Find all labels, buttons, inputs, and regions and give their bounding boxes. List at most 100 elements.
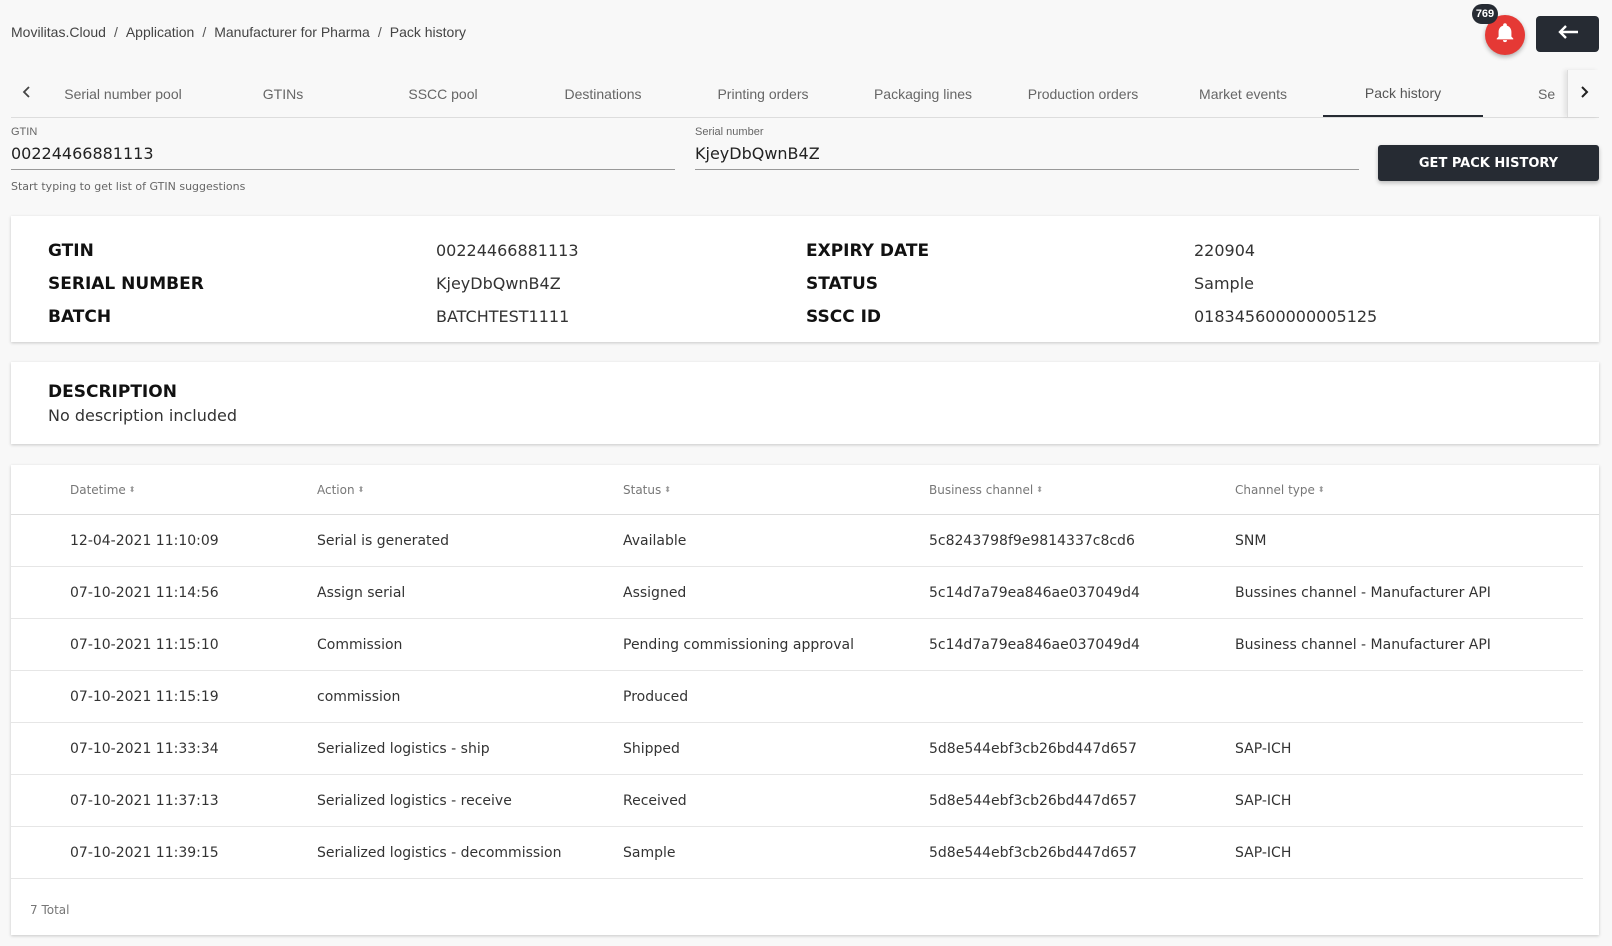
cell-channel-type: Bussines channel - Manufacturer API [1235, 584, 1491, 601]
tab-scroll-left-button[interactable] [11, 70, 43, 117]
breadcrumb-item[interactable]: Manufacturer for Pharma [214, 24, 370, 40]
table-row: 07-10-2021 11:15:19 commission Produced [11, 671, 1583, 723]
table-row: 07-10-2021 11:15:10 Commission Pending c… [11, 619, 1583, 671]
batch-key: BATCH [48, 306, 112, 327]
cell-datetime: 07-10-2021 11:37:13 [70, 792, 219, 809]
breadcrumb-separator: / [113, 24, 118, 40]
batch-value: BATCHTEST1111 [436, 307, 570, 326]
column-header-business-channel[interactable]: Business channel ⬍ [929, 483, 1235, 497]
description-card: DESCRIPTION No description included [11, 362, 1599, 444]
cell-action: Serialized logistics - ship [317, 740, 490, 757]
cell-datetime: 07-10-2021 11:33:34 [70, 740, 219, 757]
cell-business-channel: 5c14d7a79ea846ae037049d4 [929, 636, 1140, 653]
notification-count-badge: 769 [1472, 4, 1498, 24]
cell-datetime: 07-10-2021 11:39:15 [70, 844, 219, 861]
back-button[interactable] [1536, 16, 1599, 52]
table-body: 12-04-2021 11:10:09 Serial is generated … [11, 515, 1599, 879]
tab-serial-number-pool[interactable]: Serial number pool [43, 70, 203, 117]
description-text: No description included [48, 406, 238, 425]
tab-bar: Serial number pool GTINs SSCC pool Desti… [11, 70, 1599, 118]
sort-icon: ⬍ [357, 484, 365, 494]
cell-status: Sample [623, 844, 676, 861]
gtin-field: GTIN 00224466881113 [11, 126, 675, 170]
gtin-input[interactable]: 00224466881113 [11, 142, 675, 170]
pack-history-table: Datetime ⬍ Action ⬍ Status ⬍ Business chann… [11, 465, 1599, 935]
cell-business-channel: 5d8e544ebf3cb26bd447d657 [929, 844, 1137, 861]
cell-status: Pending commissioning approval [623, 636, 854, 653]
cell-action: Commission [317, 636, 403, 653]
tab-packaging-lines[interactable]: Packaging lines [843, 70, 1003, 117]
tab-sscc-pool[interactable]: SSCC pool [363, 70, 523, 117]
tab-printing-orders[interactable]: Printing orders [683, 70, 843, 117]
column-header-channel-type[interactable]: Channel type ⬍ [1235, 483, 1575, 497]
breadcrumb-item[interactable]: Application [126, 24, 195, 40]
gtin-value: 00224466881113 [436, 241, 579, 260]
table-total-count: 7 Total [30, 903, 70, 917]
table-header: Datetime ⬍ Action ⬍ Status ⬍ Business chann… [11, 465, 1599, 515]
bell-icon [1494, 22, 1516, 48]
expiry-date-key: EXPIRY DATE [806, 240, 930, 261]
column-header-action[interactable]: Action ⬍ [317, 483, 623, 497]
cell-channel-type: SAP-ICH [1235, 844, 1292, 861]
tab-gtins[interactable]: GTINs [203, 70, 363, 117]
serial-number-field-label: Serial number [695, 126, 764, 138]
tab-production-orders[interactable]: Production orders [1003, 70, 1163, 117]
table-row: 07-10-2021 11:39:15 Serialized logistics… [11, 827, 1583, 879]
tab-destinations[interactable]: Destinations [523, 70, 683, 117]
sort-icon: ⬍ [1317, 484, 1325, 494]
status-value: Sample [1194, 274, 1254, 293]
tab-scroll-right-button[interactable] [1567, 70, 1599, 117]
column-header-datetime[interactable]: Datetime ⬍ [11, 483, 317, 497]
arrow-left-icon [1557, 24, 1579, 44]
column-header-status[interactable]: Status ⬍ [623, 483, 929, 497]
status-key: STATUS [806, 273, 879, 294]
breadcrumb: Movilitas.Cloud / Application / Manufact… [11, 24, 466, 40]
top-bar: Movilitas.Cloud / Application / Manufact… [0, 0, 1612, 66]
cell-channel-type: SAP-ICH [1235, 740, 1292, 757]
expiry-date-value: 220904 [1194, 241, 1256, 260]
get-pack-history-button[interactable]: GET PACK HISTORY [1378, 145, 1599, 181]
cell-channel-type: Business channel - Manufacturer API [1235, 636, 1491, 653]
chevron-left-icon [22, 84, 32, 103]
cell-datetime: 12-04-2021 11:10:09 [70, 532, 219, 549]
cell-business-channel: 5c14d7a79ea846ae037049d4 [929, 584, 1140, 601]
table-row: 07-10-2021 11:33:34 Serialized logistics… [11, 723, 1583, 775]
cell-action: Assign serial [317, 584, 406, 601]
gtin-hint: Start typing to get list of GTIN suggest… [11, 180, 246, 193]
tab-pack-history[interactable]: Pack history [1323, 70, 1483, 117]
cell-datetime: 07-10-2021 11:15:19 [70, 688, 219, 705]
serial-number-field: Serial number KjeyDbQwnB4Z [695, 126, 1359, 170]
sort-icon: ⬍ [128, 484, 136, 494]
cell-status: Shipped [623, 740, 680, 757]
cell-status: Produced [623, 688, 689, 705]
cell-status: Received [623, 792, 687, 809]
cell-action: commission [317, 688, 401, 705]
serial-number-input[interactable]: KjeyDbQwnB4Z [695, 142, 1359, 170]
description-title: DESCRIPTION [48, 382, 177, 402]
serial-number-value: KjeyDbQwnB4Z [436, 274, 561, 293]
gtin-field-label: GTIN [11, 126, 38, 138]
breadcrumb-separator: / [202, 24, 207, 40]
sscc-id-key: SSCC ID [806, 306, 882, 327]
serial-number-key: SERIAL NUMBER [48, 273, 204, 294]
breadcrumb-item[interactable]: Movilitas.Cloud [11, 24, 106, 40]
gtin-key: GTIN [48, 240, 94, 261]
cell-status: Available [623, 532, 687, 549]
cell-action: Serialized logistics - receive [317, 792, 512, 809]
tab-partial[interactable]: Se [1483, 70, 1567, 117]
cell-business-channel: 5d8e544ebf3cb26bd447d657 [929, 792, 1137, 809]
cell-datetime: 07-10-2021 11:15:10 [70, 636, 219, 653]
tab-market-events[interactable]: Market events [1163, 70, 1323, 117]
breadcrumb-current: Pack history [389, 24, 466, 40]
cell-action: Serial is generated [317, 532, 450, 549]
sort-icon: ⬍ [664, 484, 671, 494]
pack-info-card: GTIN 00224466881113 EXPIRY DATE 220904 S… [11, 216, 1599, 342]
cell-action: Serialized logistics - decommission [317, 844, 562, 861]
sscc-id-value: 018345600000005125 [1194, 307, 1378, 326]
sort-icon: ⬍ [1036, 484, 1043, 494]
chevron-right-icon [1579, 84, 1589, 103]
table-row: 07-10-2021 11:14:56 Assign serial Assign… [11, 567, 1583, 619]
cell-business-channel: 5d8e544ebf3cb26bd447d657 [929, 740, 1137, 757]
cell-channel-type: SAP-ICH [1235, 792, 1292, 809]
table-row: 07-10-2021 11:37:13 Serialized logistics… [11, 775, 1583, 827]
